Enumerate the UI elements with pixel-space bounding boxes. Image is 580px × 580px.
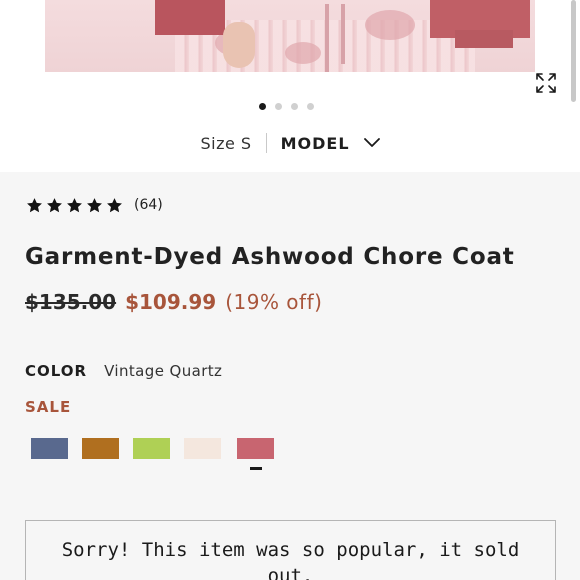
model-size-selector[interactable]: Size S MODEL <box>0 132 580 154</box>
product-title: Garment-Dyed Ashwood Chore Coat <box>25 244 515 270</box>
discount-label: (19% off) <box>225 290 323 314</box>
color-row: COLOR Vintage Quartz <box>25 362 222 380</box>
skirt-tie <box>341 4 345 64</box>
carousel-dot[interactable] <box>307 103 314 110</box>
model-hand <box>223 22 255 68</box>
color-swatch-selected[interactable] <box>237 438 274 459</box>
star-icon <box>67 197 82 212</box>
price-row: $135.00 $109.99 (19% off) <box>25 290 322 320</box>
carousel-dot-active[interactable] <box>259 103 266 110</box>
model-size-label: Size S <box>200 133 252 153</box>
color-swatch[interactable] <box>31 438 68 459</box>
carousel-dots <box>259 103 323 111</box>
model-label[interactable]: MODEL <box>281 134 350 153</box>
product-image[interactable] <box>45 0 535 72</box>
color-swatch[interactable] <box>82 438 119 459</box>
carousel-dot[interactable] <box>291 103 298 110</box>
original-price: $135.00 <box>25 290 117 314</box>
sale-label: SALE <box>25 398 72 416</box>
star-icon <box>27 197 42 212</box>
expand-arrows-icon[interactable] <box>535 72 557 94</box>
skirt-tie <box>325 4 329 72</box>
sale-price: $109.99 <box>125 290 217 314</box>
chevron-down-icon[interactable] <box>363 137 380 149</box>
star-icon <box>107 197 122 212</box>
divider <box>265 133 267 153</box>
rating[interactable]: (64) <box>26 194 163 216</box>
product-media-section: Size S MODEL <box>0 0 580 172</box>
star-rating <box>26 197 123 214</box>
star-icon <box>87 197 102 212</box>
color-label: COLOR <box>25 362 88 380</box>
color-swatch[interactable] <box>133 438 170 459</box>
selected-swatch-indicator <box>250 467 262 470</box>
print-flower <box>365 10 415 40</box>
star-icon <box>47 197 62 212</box>
carousel-dot[interactable] <box>275 103 282 110</box>
review-count[interactable]: (64) <box>134 197 163 213</box>
color-value: Vintage Quartz <box>104 362 223 380</box>
scrollbar[interactable] <box>571 0 576 102</box>
jacket-left <box>155 0 225 35</box>
color-swatch[interactable] <box>184 438 221 459</box>
jacket-sleeve <box>455 30 513 48</box>
print-flower <box>285 42 321 64</box>
sold-out-message: Sorry! This item was so popular, it sold… <box>61 539 520 580</box>
sold-out-notice: Sorry! This item was so popular, it sold… <box>25 520 556 580</box>
